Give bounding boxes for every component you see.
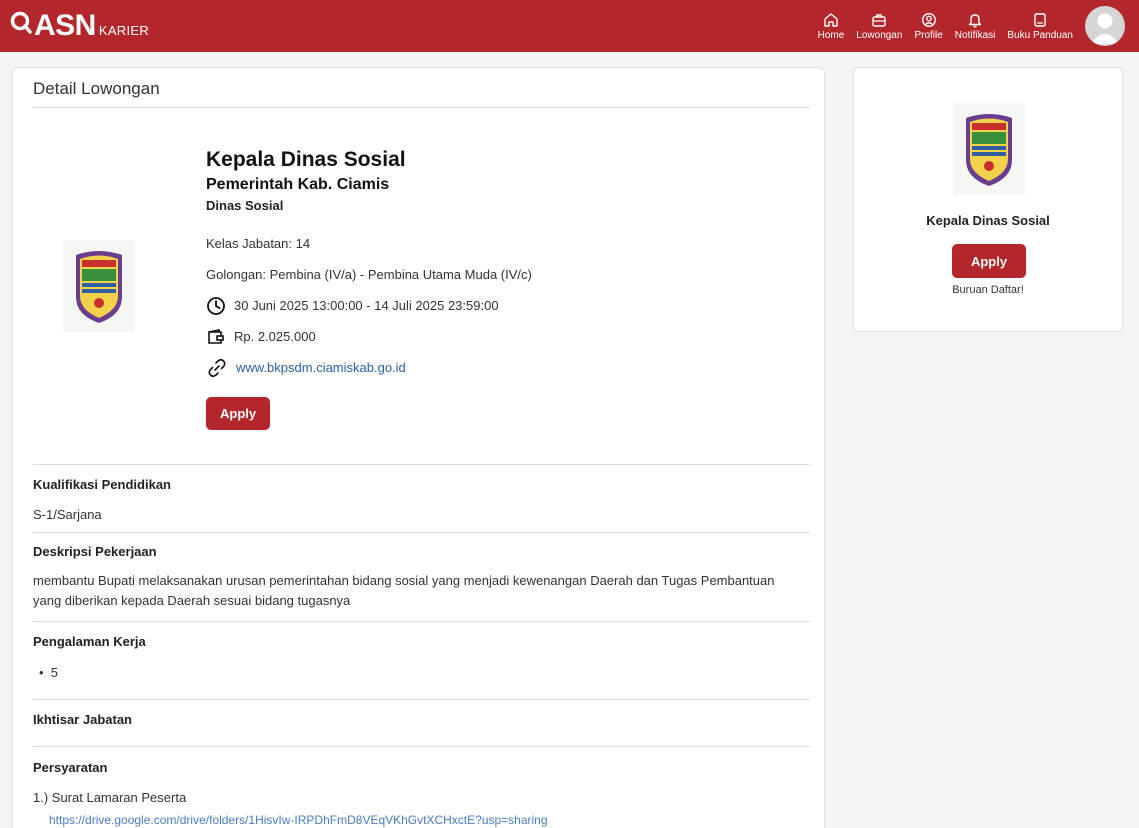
golongan-text: Golongan: Pembina (IV/a) - Pembina Utama…	[206, 267, 532, 282]
apply-button[interactable]: Apply	[206, 397, 271, 430]
section-body: S-1/Sarjana	[33, 507, 102, 522]
agency-logo	[63, 240, 135, 332]
period-text: 30 Juni 2025 13:00:00 - 14 Juli 2025 23:…	[234, 298, 499, 313]
period: 30 Juni 2025 13:00:00 - 14 Juli 2025 23:…	[206, 290, 532, 321]
section-ikhtisar-jabatan: Ikhtisar Jabatan	[33, 699, 810, 746]
brand-name: ASN	[34, 9, 96, 42]
section-deskripsi-pekerjaan: Deskripsi Pekerjaan membantu Bupati mela…	[33, 532, 810, 621]
user-avatar-icon	[1091, 13, 1119, 44]
apply-side-card: Kepala Dinas Sosial Apply Buruan Daftar!	[853, 67, 1123, 332]
job-title: Kepala Dinas Sosial	[206, 148, 406, 171]
side-apply-button[interactable]: Apply	[952, 244, 1026, 278]
bell-icon	[968, 13, 982, 27]
briefcase-icon	[872, 13, 887, 27]
section-title: Kualifikasi Pendidikan	[33, 477, 171, 492]
book-icon	[1034, 12, 1046, 27]
salary: Rp. 2.025.000	[206, 321, 532, 352]
side-note: Buruan Daftar!	[952, 284, 1024, 296]
nav-buku-panduan-label: Buku Panduan	[1007, 29, 1073, 41]
divider	[33, 107, 810, 108]
nav-notifikasi[interactable]: Notifikasi	[954, 0, 996, 52]
section-kualifikasi-pendidikan: Kualifikasi Pendidikan S-1/Sarjana	[33, 464, 810, 532]
side-job-title: Kepala Dinas Sosial	[926, 213, 1050, 228]
wallet-icon	[208, 328, 224, 344]
user-circle-icon	[921, 12, 936, 27]
kelas-jabatan-text: Kelas Jabatan: 14	[206, 236, 311, 251]
crest-icon	[76, 251, 122, 323]
section-body: membantu Bupati melaksanakan urusan peme…	[33, 573, 775, 608]
link-icon	[208, 358, 226, 377]
brand-suffix: KARIER	[98, 23, 150, 38]
job-summary: Kepala Dinas Sosial Pemerintah Kab. Ciam…	[206, 148, 532, 430]
list-item: • 5	[39, 663, 58, 683]
nav-profile[interactable]: Profile	[914, 0, 943, 52]
kelas-jabatan: Kelas Jabatan: 14	[206, 228, 532, 259]
nav-lowongan-label: Lowongan	[856, 29, 903, 41]
nav-buku-panduan[interactable]: Buku Panduan	[1007, 0, 1073, 52]
main-nav: Home Lowongan Profile Notifikasi Buku Pa…	[806, 0, 1073, 52]
job-detail-card: Detail Lowongan Kepala Dinas Sosial Peme…	[12, 67, 825, 828]
clock-icon	[207, 296, 225, 315]
top-navbar: ASN KARIER Home Lowongan Profile Notifik…	[0, 0, 1139, 52]
list-item-text: 5	[50, 665, 59, 680]
agency-logo	[953, 103, 1025, 195]
crest-icon	[966, 114, 1012, 186]
golongan: Golongan: Pembina (IV/a) - Pembina Utama…	[206, 259, 532, 290]
bullet-icon: •	[39, 665, 51, 680]
job-unit: Dinas Sosial	[206, 198, 284, 213]
brand-logo[interactable]: ASN KARIER	[10, 11, 149, 41]
avatar[interactable]	[1085, 6, 1125, 46]
page-title: Detail Lowongan	[33, 79, 160, 98]
nav-profile-label: Profile	[914, 29, 943, 41]
website-link[interactable]: www.bkpsdm.ciamiskab.go.id	[236, 360, 406, 375]
section-title: Deskripsi Pekerjaan	[33, 544, 157, 559]
home-icon	[824, 12, 838, 27]
nav-home-label: Home	[817, 29, 845, 41]
search-icon	[10, 11, 32, 41]
salary-text: Rp. 2.025.000	[234, 329, 316, 344]
section-pengalaman-kerja: Pengalaman Kerja • 5	[33, 621, 810, 699]
job-organization: Pemerintah Kab. Ciamis	[206, 176, 390, 193]
list-item: 1.) Surat Lamaran Peserta	[33, 790, 187, 805]
document-link[interactable]: https://drive.google.com/drive/folders/1…	[49, 810, 548, 828]
section-title: Ikhtisar Jabatan	[33, 712, 132, 727]
nav-notifikasi-label: Notifikasi	[954, 29, 996, 41]
section-title: Pengalaman Kerja	[33, 634, 146, 649]
section-persyaratan: Persyaratan 1.) Surat Lamaran Peserta ht…	[33, 746, 810, 828]
nav-lowongan[interactable]: Lowongan	[856, 0, 902, 52]
section-title: Persyaratan	[33, 760, 108, 775]
nav-home[interactable]: Home	[817, 0, 845, 52]
website: www.bkpsdm.ciamiskab.go.id	[206, 352, 532, 383]
